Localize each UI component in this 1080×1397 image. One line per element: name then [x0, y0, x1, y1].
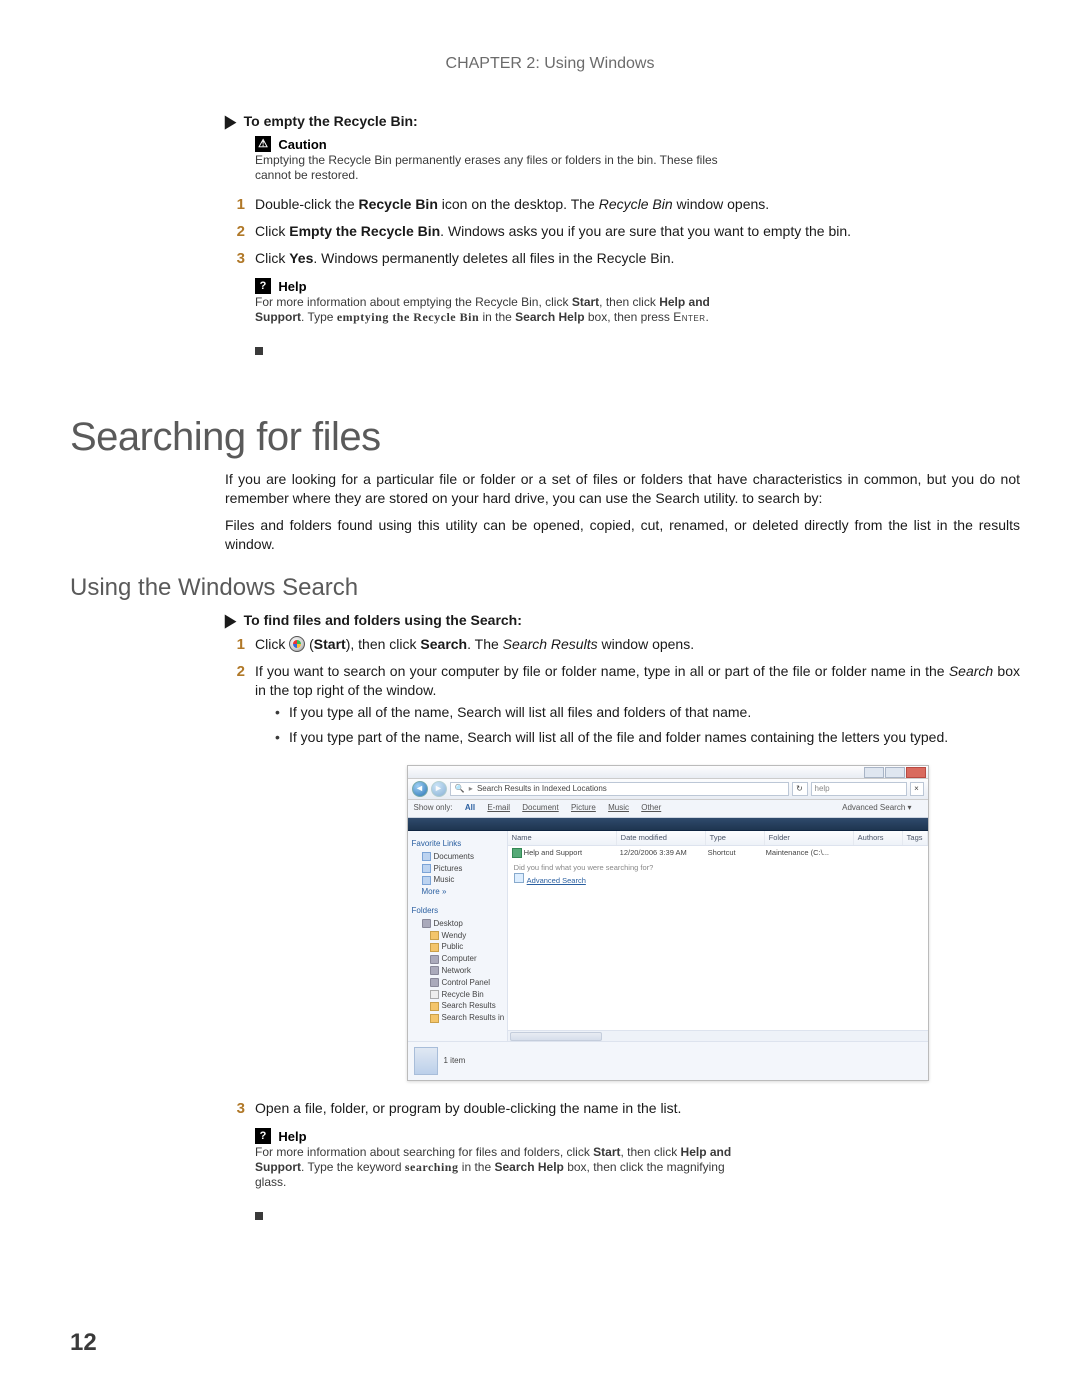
filter-email[interactable]: E-mail — [487, 803, 510, 812]
search-input[interactable]: help — [811, 782, 907, 796]
folders-header[interactable]: Folders — [412, 906, 503, 917]
step-3: Click Yes. Windows permanently deletes a… — [225, 249, 1020, 268]
help-icon: ? — [255, 278, 271, 294]
empty-recycle-bin-section: ▶ To empty the Recycle Bin: ⚠ Caution Em… — [225, 113, 1020, 360]
sidebar-item-computer[interactable]: Computer — [412, 954, 503, 965]
page-number: 12 — [70, 1329, 97, 1357]
procedure-title: To find files and folders using the Sear… — [244, 612, 522, 628]
breadcrumb[interactable]: 🔍 ▸ Search Results in Indexed Locations — [450, 782, 789, 796]
refresh-button[interactable]: ↻ — [792, 782, 808, 796]
shortcut-icon — [512, 848, 522, 858]
triangle-icon: ▶ — [225, 610, 236, 630]
sidebar-item-documents[interactable]: Documents — [412, 852, 503, 863]
bullet-1: If you type all of the name, Search will… — [275, 703, 1020, 722]
start-orb-icon — [289, 636, 305, 652]
screenshot: ◄ ► 🔍 ▸ Search Results in Indexed Locati… — [255, 765, 1020, 1081]
command-toolbar[interactable] — [408, 818, 928, 831]
filter-all[interactable]: All — [465, 803, 475, 812]
window-body: Favorite Links Documents Pictures Music … — [408, 831, 928, 1041]
procedure-heading: ▶ To empty the Recycle Bin: — [225, 113, 1020, 130]
step-1: Click (Start), then click Search. The Se… — [225, 635, 1020, 654]
section-title: Searching for files — [70, 415, 1030, 460]
filter-music[interactable]: Music — [608, 803, 629, 812]
help-callout: ? Help For more information about search… — [255, 1128, 735, 1190]
step-2: Click Empty the Recycle Bin. Windows ask… — [225, 222, 1020, 241]
sidebar-item-search-results[interactable]: Search Results — [412, 1001, 503, 1012]
sidebar-item-recycle-bin[interactable]: Recycle Bin — [412, 990, 503, 1001]
steps-list: Double-click the Recycle Bin icon on the… — [225, 195, 1020, 268]
filter-other[interactable]: Other — [641, 803, 661, 812]
page: CHAPTER 2: Using Windows ▶ To empty the … — [0, 0, 1080, 1397]
sidebar-item-music[interactable]: Music — [412, 875, 503, 886]
help-label: Help — [278, 1129, 306, 1144]
sidebar-item-desktop[interactable]: Desktop — [412, 919, 503, 930]
sidebar-item-user[interactable]: Wendy — [412, 931, 503, 942]
col-date[interactable]: Date modified — [617, 831, 706, 845]
item-count: 1 item — [444, 1056, 466, 1067]
caution-callout: ⚠ Caution Emptying the Recycle Bin perma… — [255, 136, 735, 183]
filter-bar: Show only: All E-mail Document Picture M… — [408, 800, 928, 818]
col-type[interactable]: Type — [706, 831, 765, 845]
bullet-2: If you type part of the name, Search wil… — [275, 728, 1020, 747]
caution-icon: ⚠ — [255, 136, 271, 152]
step-2: If you want to search on your computer b… — [225, 662, 1020, 1081]
results-list: Name Date modified Type Folder Authors T… — [508, 831, 928, 1041]
help-label: Help — [278, 279, 306, 294]
end-of-procedure-marker — [255, 347, 263, 355]
searching-intro: If you are looking for a particular file… — [225, 470, 1020, 554]
maximize-button[interactable] — [885, 767, 905, 778]
close-button[interactable] — [906, 767, 926, 778]
filter-label: Show only: — [414, 803, 453, 812]
step-3: Open a file, folder, or program by doubl… — [225, 1099, 1020, 1118]
sidebar-item-more[interactable]: More » — [412, 887, 503, 898]
help-callout: ? Help For more information about emptyi… — [255, 278, 735, 325]
address-bar: ◄ ► 🔍 ▸ Search Results in Indexed Locati… — [408, 779, 928, 800]
details-pane: 1 item — [408, 1041, 928, 1080]
col-tags[interactable]: Tags — [903, 831, 928, 845]
horizontal-scrollbar[interactable] — [508, 1030, 928, 1041]
result-row[interactable]: Help and Support 12/20/2006 3:39 AM Shor… — [508, 846, 928, 860]
col-authors[interactable]: Authors — [854, 831, 903, 845]
favorite-links-header: Favorite Links — [412, 839, 503, 850]
using-search-section: ▶ To find files and folders using the Se… — [225, 612, 1020, 1225]
search-clear-button[interactable]: × — [910, 782, 924, 796]
navigation-pane: Favorite Links Documents Pictures Music … — [408, 831, 508, 1041]
search-hint: Did you find what you were searching for… — [508, 860, 928, 889]
filter-document[interactable]: Document — [522, 803, 558, 812]
forward-button[interactable]: ► — [431, 781, 447, 797]
procedure-heading: ▶ To find files and folders using the Se… — [225, 612, 1020, 629]
intro-paragraph-2: Files and folders found using this utili… — [225, 516, 1020, 554]
triangle-icon: ▶ — [225, 111, 236, 131]
intro-paragraph-1: If you are looking for a particular file… — [225, 470, 1020, 508]
sub-bullet-list: If you type all of the name, Search will… — [255, 703, 1020, 747]
filter-picture[interactable]: Picture — [571, 803, 596, 812]
search-results-window: ◄ ► 🔍 ▸ Search Results in Indexed Locati… — [407, 765, 929, 1081]
col-name[interactable]: Name — [508, 831, 617, 845]
end-of-procedure-marker — [255, 1212, 263, 1220]
advanced-search-toggle[interactable]: Advanced Search ▾ — [842, 803, 911, 814]
steps-list: Click (Start), then click Search. The Se… — [225, 635, 1020, 1118]
advanced-search-link[interactable]: Advanced Search — [527, 876, 586, 885]
sidebar-item-public[interactable]: Public — [412, 942, 503, 953]
column-headers[interactable]: Name Date modified Type Folder Authors T… — [508, 831, 928, 846]
sidebar-item-pictures[interactable]: Pictures — [412, 864, 503, 875]
procedure-title: To empty the Recycle Bin: — [244, 113, 418, 129]
step-1: Double-click the Recycle Bin icon on the… — [225, 195, 1020, 214]
folder-icon: 🔍 — [455, 784, 465, 793]
sidebar-item-search-results-indexed[interactable]: Search Results in Inde... — [412, 1013, 503, 1024]
subsection-title: Using the Windows Search — [70, 574, 1030, 602]
item-icon — [414, 1047, 438, 1075]
caution-label: Caution — [278, 137, 326, 152]
window-titlebar[interactable] — [408, 766, 928, 779]
chapter-header: CHAPTER 2: Using Windows — [70, 55, 1030, 73]
search-icon — [514, 873, 524, 883]
sidebar-item-control-panel[interactable]: Control Panel — [412, 978, 503, 989]
minimize-button[interactable] — [864, 767, 884, 778]
caution-text: Emptying the Recycle Bin permanently era… — [255, 153, 718, 182]
back-button[interactable]: ◄ — [412, 781, 428, 797]
sidebar-item-network[interactable]: Network — [412, 966, 503, 977]
col-folder[interactable]: Folder — [765, 831, 854, 845]
help-icon: ? — [255, 1128, 271, 1144]
